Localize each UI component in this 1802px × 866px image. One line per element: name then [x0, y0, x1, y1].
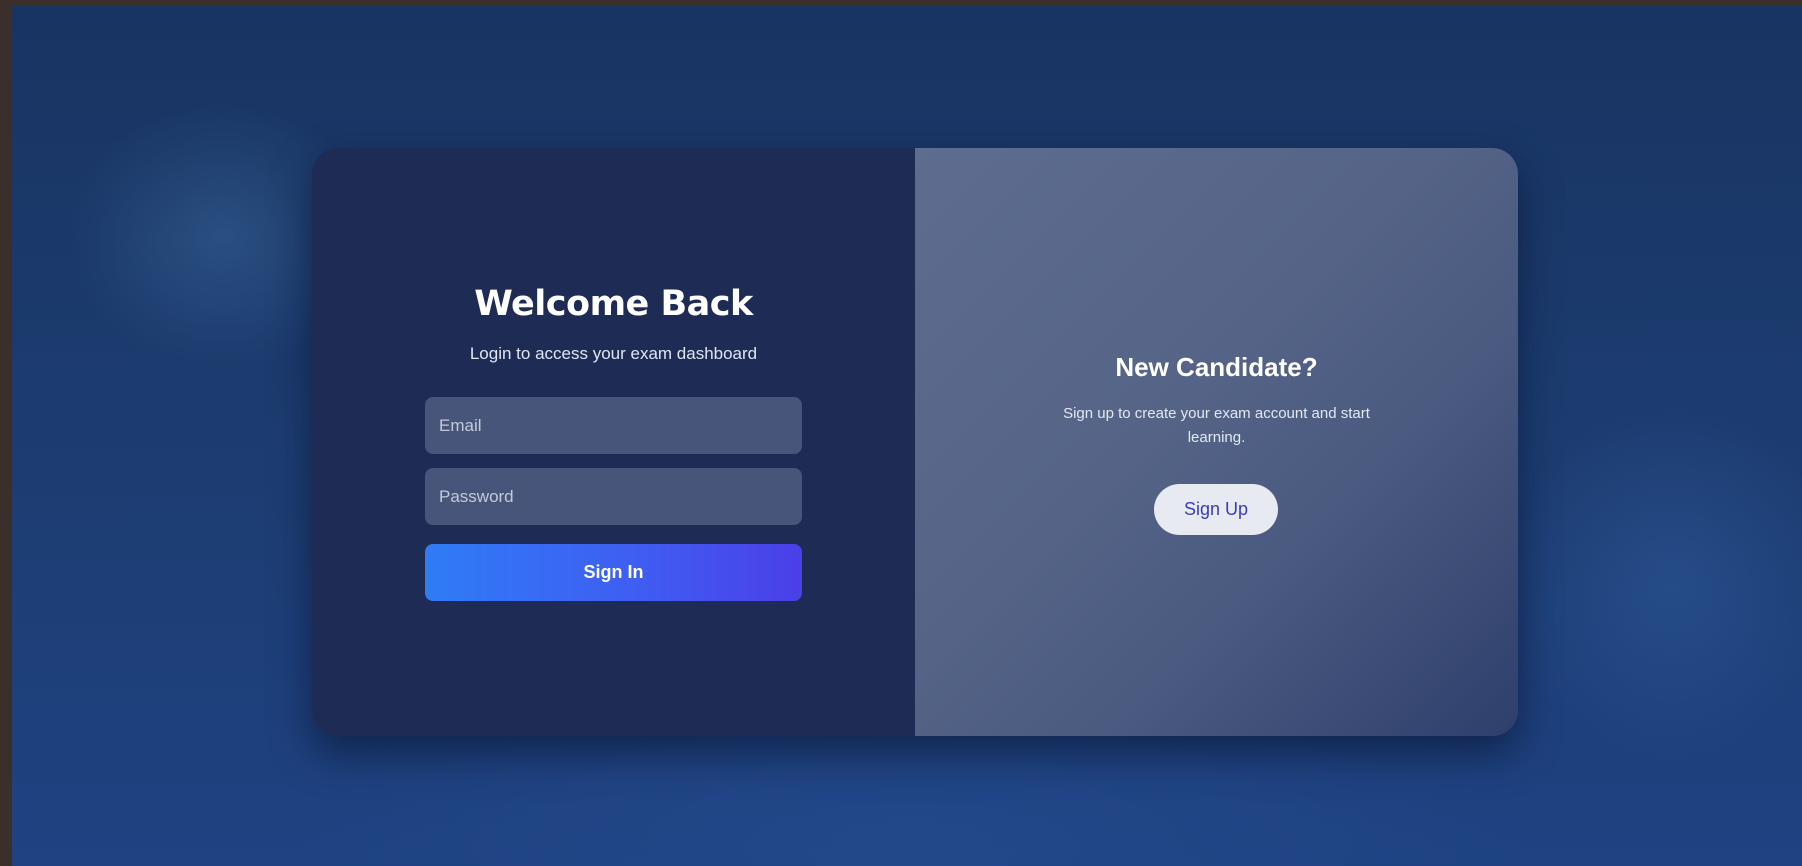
login-panel: Welcome Back Login to access your exam d…	[312, 148, 915, 736]
email-field[interactable]	[425, 397, 802, 454]
password-field[interactable]	[425, 468, 802, 525]
signup-panel: New Candidate? Sign up to create your ex…	[915, 148, 1518, 736]
login-title: Welcome Back	[474, 284, 753, 324]
signup-title: New Candidate?	[1115, 352, 1318, 382]
auth-card: Welcome Back Login to access your exam d…	[312, 148, 1518, 736]
login-subtitle: Login to access your exam dashboard	[469, 344, 758, 363]
signup-description: Sign up to create your exam account and …	[1063, 405, 1370, 446]
sign-in-button[interactable]: Sign In	[425, 544, 802, 601]
sign-up-button[interactable]: Sign Up	[1154, 484, 1278, 535]
